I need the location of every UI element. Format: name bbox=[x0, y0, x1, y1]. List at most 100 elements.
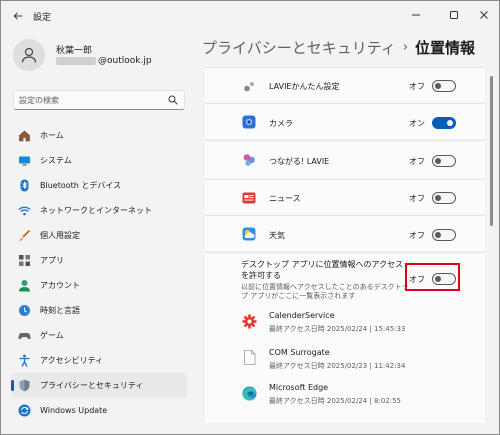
search-input[interactable] bbox=[19, 93, 167, 107]
location-toggle-news[interactable] bbox=[432, 192, 456, 204]
desktop-access-title: デスクトップ アプリに位置情報へのアクセスを許可する bbox=[241, 260, 404, 280]
profile-email-suffix: @outlook.jp bbox=[98, 56, 152, 66]
document-icon bbox=[241, 349, 257, 365]
profile-email: @outlook.jp bbox=[56, 56, 152, 66]
toggle-state-label: オン bbox=[409, 119, 425, 128]
back-arrow-icon bbox=[13, 12, 22, 20]
close-icon bbox=[480, 11, 488, 19]
location-toggle-weather[interactable] bbox=[432, 229, 456, 241]
sidebar-item-gaming[interactable]: ゲーム bbox=[11, 323, 187, 348]
sidebar-item-label: Bluetooth とデバイス bbox=[40, 181, 122, 190]
sidebar-item-label: アカウント bbox=[40, 281, 80, 290]
email-redaction bbox=[56, 57, 96, 65]
location-toggle-tsunagaru-lavie[interactable] bbox=[432, 155, 456, 167]
camera-icon bbox=[241, 114, 257, 130]
sidebar-item-label: アプリ bbox=[40, 256, 64, 265]
close-button[interactable] bbox=[468, 4, 499, 26]
breadcrumb: プライバシーとセキュリティ › 位置情報 bbox=[202, 37, 475, 58]
sidebar-item-home[interactable]: ホーム bbox=[11, 123, 187, 148]
toggle-knob bbox=[435, 195, 441, 201]
home-icon bbox=[17, 129, 31, 143]
app-title: 設定 bbox=[33, 13, 52, 23]
bluetooth-icon bbox=[17, 179, 31, 193]
toggle-knob bbox=[447, 120, 453, 126]
desktop-access-description: 以前に位置情報へアクセスしたことのあるデスクトップ アプリがここに一覧表示されま… bbox=[241, 283, 409, 300]
maximize-icon bbox=[450, 11, 458, 19]
sidebar-item-label: ネットワークとインターネット bbox=[40, 206, 152, 215]
sidebar-item-label: ゲーム bbox=[40, 331, 64, 340]
sidebar-item-privacy-security[interactable]: プライバシーとセキュリティ bbox=[11, 373, 187, 398]
brush-icon bbox=[17, 229, 31, 243]
maximize-button[interactable] bbox=[438, 4, 470, 26]
network-icon bbox=[17, 204, 31, 218]
person-icon bbox=[21, 47, 37, 63]
sidebar-item-windows-update[interactable]: Windows Update bbox=[11, 398, 187, 423]
gaming-icon bbox=[17, 329, 31, 343]
avatar[interactable] bbox=[13, 39, 45, 71]
sidebar-item-accounts[interactable]: アカウント bbox=[11, 273, 187, 298]
shield-icon bbox=[17, 379, 31, 393]
sidebar-item-label: アクセシビリティ bbox=[40, 356, 104, 365]
sidebar-item-time-language[interactable]: 時刻と言語 bbox=[11, 298, 187, 323]
profile-name: 秋葉一郎 bbox=[56, 46, 93, 56]
sidebar-item-label: 個人用設定 bbox=[40, 231, 80, 240]
toggle-state-label: オフ bbox=[409, 82, 425, 91]
sidebar-item-network[interactable]: ネットワークとインターネット bbox=[11, 198, 187, 223]
sidebar-item-label: ホーム bbox=[40, 131, 64, 140]
title-bar: 設定 bbox=[1, 1, 499, 31]
app-row-news: ニュース オフ bbox=[205, 179, 485, 214]
search-box[interactable] bbox=[13, 90, 185, 110]
toggle-knob bbox=[435, 232, 441, 238]
desktop-app-name: CalenderService bbox=[269, 311, 335, 320]
minimize-icon bbox=[412, 14, 420, 16]
desktop-app-last-access: 最終アクセス日時 2025/02/24 | 8:02:55 bbox=[269, 397, 402, 405]
desktop-app-name: Microsoft Edge bbox=[269, 383, 329, 392]
app-name: つながる! LAVIE bbox=[269, 157, 330, 166]
location-toggle-camera[interactable] bbox=[432, 117, 456, 129]
app-name: LAVIEかんたん設定 bbox=[269, 82, 340, 91]
sidebar-item-accessibility[interactable]: アクセシビリティ bbox=[11, 348, 187, 373]
lavie-settings-icon bbox=[241, 78, 257, 94]
scrollbar[interactable] bbox=[490, 76, 493, 226]
update-icon bbox=[17, 404, 31, 418]
sidebar-item-label: システム bbox=[40, 156, 72, 165]
settings-window: 設定 秋葉一郎 @outlook.jp ホーム システム bbox=[0, 0, 500, 435]
sidebar-nav: ホーム システム Bluetooth とデバイス ネットワークとインターネット … bbox=[11, 123, 187, 423]
sidebar-item-bluetooth[interactable]: Bluetooth とデバイス bbox=[11, 173, 187, 198]
tsunagaru-lavie-icon bbox=[241, 152, 257, 168]
location-toggle-lavie-settings[interactable] bbox=[432, 80, 456, 92]
toggle-state-label: オフ bbox=[409, 157, 425, 166]
sidebar-item-label: プライバシーとセキュリティ bbox=[40, 381, 144, 390]
desktop-app-last-access: 最終アクセス日時 2025/02/24 | 15:45:33 bbox=[269, 325, 406, 333]
desktop-app-last-access: 最終アクセス日時 2025/02/23 | 11:42:34 bbox=[269, 362, 406, 370]
minimize-button[interactable] bbox=[400, 4, 432, 26]
account-icon bbox=[17, 279, 31, 293]
gear-app-icon bbox=[241, 313, 257, 329]
app-row-weather: 天気 オフ bbox=[205, 215, 485, 251]
toggle-highlight-box bbox=[405, 263, 460, 291]
back-button[interactable] bbox=[9, 7, 27, 25]
sidebar-item-system[interactable]: システム bbox=[11, 148, 187, 173]
app-name: 天気 bbox=[269, 231, 285, 240]
app-row-lavie-settings: LAVIEかんたん設定 オフ bbox=[205, 67, 485, 102]
search-icon[interactable] bbox=[168, 95, 178, 105]
apps-icon bbox=[17, 254, 31, 268]
system-icon bbox=[17, 154, 31, 168]
sidebar-item-apps[interactable]: アプリ bbox=[11, 248, 187, 273]
app-name: カメラ bbox=[269, 119, 293, 128]
time-language-icon bbox=[17, 304, 31, 318]
weather-icon bbox=[241, 226, 257, 242]
news-icon bbox=[241, 190, 257, 206]
toggle-state-label: オフ bbox=[409, 194, 425, 203]
sidebar-item-personalization[interactable]: 個人用設定 bbox=[11, 223, 187, 248]
toggle-knob bbox=[435, 83, 441, 89]
breadcrumb-separator: › bbox=[402, 40, 409, 55]
toggle-knob bbox=[435, 158, 441, 164]
app-name: ニュース bbox=[269, 194, 301, 203]
edge-icon bbox=[241, 385, 257, 401]
page-title: 位置情報 bbox=[415, 39, 476, 57]
toggle-state-label: オフ bbox=[409, 231, 425, 240]
breadcrumb-parent[interactable]: プライバシーとセキュリティ bbox=[202, 37, 396, 58]
sidebar-item-label: Windows Update bbox=[40, 406, 108, 415]
accessibility-icon bbox=[17, 354, 31, 368]
